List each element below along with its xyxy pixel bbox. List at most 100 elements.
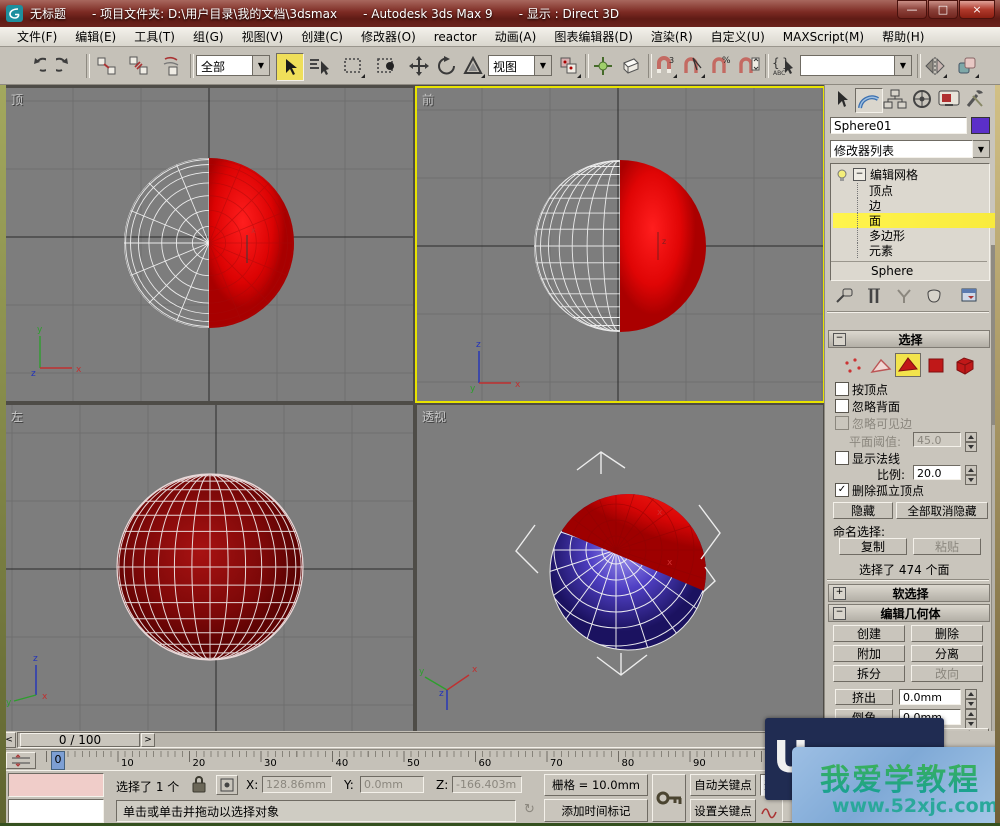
menu-item-tools[interactable]: 工具(T) [125, 26, 184, 47]
extrude-button[interactable]: 挤出 [835, 689, 893, 705]
spinner-snap-toggle-icon[interactable] [736, 53, 762, 79]
select-and-move-icon[interactable] [406, 53, 432, 79]
angle-snap-toggle-icon[interactable] [680, 53, 706, 79]
menu-item-edit[interactable]: 编辑(E) [66, 26, 125, 47]
paste-button[interactable]: 粘贴 [913, 538, 981, 555]
use-pivot-point-center-icon[interactable] [556, 53, 582, 79]
menu-item-views[interactable]: 视图(V) [233, 26, 293, 47]
rollout-edit-geometry[interactable]: − 编辑几何体 [828, 604, 990, 622]
extrude-field[interactable]: 0.0mm [899, 689, 961, 705]
x-coordinate-field[interactable]: 128.86mm [262, 776, 332, 793]
tab-modify[interactable] [855, 88, 883, 113]
named-selection-sets-icon[interactable]: { }ABC [770, 53, 796, 79]
planar-thresh-spinner[interactable] [965, 432, 977, 452]
maximize-button[interactable]: □ [928, 0, 958, 19]
copy-button[interactable]: 复制 [839, 538, 907, 555]
select-and-link-icon[interactable] [94, 53, 120, 79]
undo-icon[interactable] [22, 53, 48, 79]
menu-item-animation[interactable]: 动画(A) [486, 26, 546, 47]
delete-isolated-checkbox[interactable]: ✓ [835, 483, 849, 497]
object-name-field[interactable]: Sphere01 [830, 117, 967, 134]
viewport-perspective[interactable]: xxyxz 透视 [417, 405, 823, 731]
chevron-down-icon[interactable]: ▼ [895, 55, 912, 76]
redo-icon[interactable] [54, 53, 80, 79]
scale-spinner[interactable] [965, 465, 977, 485]
show-normals-checkbox[interactable] [835, 451, 849, 465]
selection-filter-dropdown[interactable]: 全部▼ [196, 55, 270, 76]
menu-item-help[interactable]: 帮助(H) [873, 26, 933, 47]
create-button[interactable]: 创建 [833, 625, 905, 642]
menu-item-customize[interactable]: 自定义(U) [702, 26, 774, 47]
communication-icon[interactable]: ↻ [524, 802, 535, 817]
keyboard-override-toggle-icon[interactable] [618, 53, 644, 79]
show-end-result-icon[interactable] [863, 286, 885, 309]
stack-row-edit-mesh[interactable]: − 编辑网格 [833, 167, 981, 182]
percent-snap-toggle-icon[interactable]: % [708, 53, 734, 79]
select-and-scale-icon[interactable] [460, 53, 486, 79]
selection-lock-icon[interactable] [190, 774, 208, 797]
edge-icon[interactable] [869, 355, 893, 380]
expand-icon[interactable]: + [833, 587, 846, 600]
viewport-top-label[interactable]: 顶 [11, 91, 23, 108]
stack-row-vertex[interactable]: 顶点 [833, 183, 1000, 198]
turn-button[interactable]: 改向 [911, 665, 983, 682]
make-unique-icon[interactable] [893, 286, 915, 309]
stack-row-edge[interactable]: 边 [833, 198, 1000, 213]
set-key-toggle-icon[interactable] [652, 774, 686, 822]
menu-item-file[interactable]: 文件(F) [8, 26, 66, 47]
stack-row-element[interactable]: 元素 [833, 243, 1000, 258]
next-frame-button[interactable]: > [141, 733, 155, 747]
stack-row-polygon[interactable]: 多边形 [833, 228, 1000, 243]
absolute-mode-icon[interactable] [216, 775, 238, 795]
menu-item-reactor[interactable]: reactor [425, 28, 486, 46]
tab-display[interactable] [936, 88, 962, 111]
hide-button[interactable]: 隐藏 [833, 502, 893, 519]
window-crossing-toggle-icon[interactable] [374, 53, 400, 79]
configure-modifier-sets-icon[interactable] [959, 286, 981, 309]
viewport-perspective-label[interactable]: 透视 [422, 408, 446, 425]
viewport-left-label[interactable]: 左 [11, 408, 23, 425]
ignore-backfacing-checkbox[interactable] [835, 399, 849, 413]
tab-motion[interactable] [909, 88, 935, 111]
rectangular-selection-region-icon[interactable] [340, 53, 366, 79]
tab-create[interactable] [828, 88, 854, 111]
remove-modifier-icon[interactable] [923, 286, 945, 309]
collapse-icon[interactable]: − [833, 333, 846, 346]
rollout-soft-selection[interactable]: + 软选择 [828, 584, 990, 602]
delete-button[interactable]: 删除 [911, 625, 983, 642]
attach-button[interactable]: 附加 [833, 645, 905, 662]
vertex-icon[interactable] [841, 355, 865, 380]
rollout-selection[interactable]: − 选择 [828, 330, 990, 348]
tab-hierarchy[interactable] [882, 88, 908, 111]
stack-row-sphere[interactable]: Sphere [833, 263, 1000, 278]
polygon-icon[interactable] [925, 355, 949, 380]
tab-utilities[interactable] [963, 88, 989, 111]
scale-field[interactable]: 20.0 [913, 465, 961, 480]
minimize-button[interactable]: — [897, 0, 927, 19]
detach-button[interactable]: 分离 [911, 645, 983, 662]
chevron-down-icon[interactable]: ▼ [253, 55, 270, 76]
default-tangent-icon[interactable] [760, 801, 778, 822]
menu-item-modifiers[interactable]: 修改器(O) [352, 26, 425, 47]
maxscript-mini-listener[interactable] [8, 799, 104, 823]
track-bar[interactable]: 102030405060708090 0 [0, 749, 824, 770]
viewport-front-label[interactable]: 前 [422, 91, 434, 108]
extrude-spinner[interactable] [965, 689, 977, 709]
menu-item-maxscript[interactable]: MAXScript(M) [774, 28, 873, 46]
menu-item-create[interactable]: 创建(C) [292, 26, 352, 47]
select-and-rotate-icon[interactable] [434, 53, 460, 79]
time-slider-thumb[interactable]: 0 / 100 [20, 733, 140, 747]
select-by-name-icon[interactable] [306, 53, 332, 79]
time-slider-track[interactable]: 0 / 100 [17, 732, 807, 748]
close-button[interactable]: × [959, 0, 995, 19]
planar-thresh-field[interactable]: 45.0 [913, 432, 961, 447]
unlink-selection-icon[interactable] [126, 53, 152, 79]
viewport-top[interactable]: xyxz 顶 [6, 88, 413, 401]
viewport-left[interactable]: zyx 左 [6, 405, 413, 731]
chevron-down-icon[interactable]: ▼ [973, 140, 990, 158]
select-object-icon[interactable] [276, 53, 304, 81]
modifier-list-dropdown[interactable]: 修改器列表 ▼ [830, 140, 990, 158]
y-coordinate-field[interactable]: 0.0mm [360, 776, 424, 793]
divide-button[interactable]: 拆分 [833, 665, 905, 682]
collapse-icon[interactable]: − [853, 168, 866, 181]
